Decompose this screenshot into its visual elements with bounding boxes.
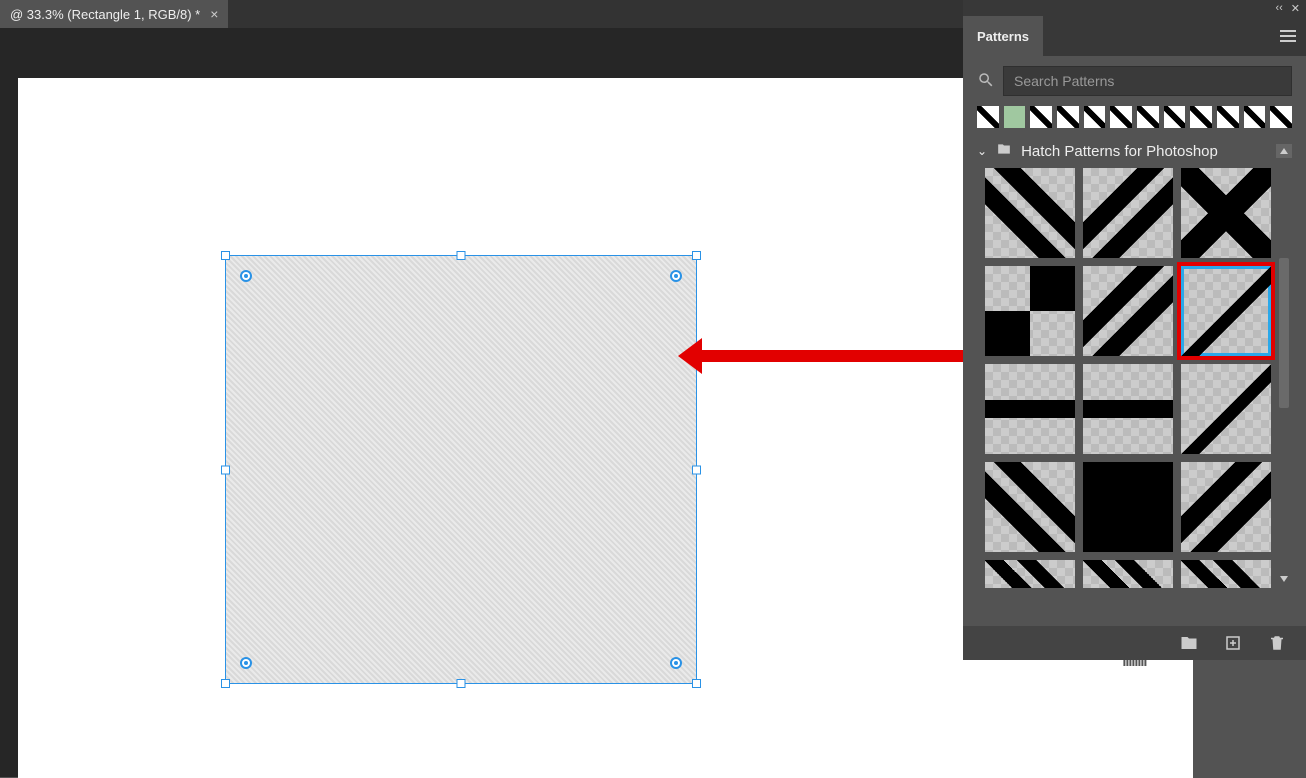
- patterns-panel: ‹‹ ✕ Patterns: [963, 0, 1306, 660]
- panel-close-icon[interactable]: ✕: [1291, 2, 1300, 15]
- corner-anchor-tr[interactable]: [670, 270, 682, 282]
- transform-handle-tm[interactable]: [457, 251, 466, 260]
- pattern-grid: [977, 168, 1292, 588]
- rectangle-shape-selected[interactable]: [225, 255, 697, 684]
- preset-thumb-1[interactable]: [977, 106, 999, 128]
- document-tab-bar: @ 33.3% (Rectangle 1, RGB/8) * ×: [0, 0, 963, 28]
- folder-icon-footer[interactable]: [1180, 634, 1198, 652]
- pattern-swatch-checks[interactable]: [985, 266, 1075, 356]
- preset-thumb-9[interactable]: [1190, 106, 1212, 128]
- panel-top-controls: ‹‹ ✕: [963, 0, 1306, 16]
- pattern-swatch-horiz[interactable]: [985, 364, 1075, 454]
- pattern-swatch-diag-2[interactable]: [985, 462, 1075, 552]
- transform-handle-tl[interactable]: [221, 251, 230, 260]
- pattern-swatch-antidiag-3[interactable]: [1181, 462, 1271, 552]
- panel-body: ⌄ Hatch Patterns for Photoshop: [963, 56, 1306, 594]
- pattern-swatch-partial[interactable]: [985, 560, 1075, 588]
- pattern-swatch-antidiag-2[interactable]: [1083, 266, 1173, 356]
- pattern-swatch-antidiag-1[interactable]: [1083, 168, 1173, 258]
- chevron-down-icon: ⌄: [977, 144, 987, 158]
- pattern-swatch-partial[interactable]: [1181, 560, 1271, 588]
- panel-resize-grip[interactable]: [1123, 660, 1146, 666]
- preset-thumb-3[interactable]: [1030, 106, 1052, 128]
- search-input[interactable]: [1003, 66, 1292, 96]
- pattern-swatch-solid[interactable]: [1083, 462, 1173, 552]
- search-icon[interactable]: [977, 71, 995, 92]
- panel-menu-icon[interactable]: [1280, 30, 1296, 42]
- preset-thumb-5[interactable]: [1084, 106, 1106, 128]
- transform-handle-br[interactable]: [692, 679, 701, 688]
- corner-anchor-tl[interactable]: [240, 270, 252, 282]
- corner-anchor-bl[interactable]: [240, 657, 252, 669]
- trash-icon[interactable]: [1268, 634, 1286, 652]
- transform-handle-mr[interactable]: [692, 465, 701, 474]
- tab-patterns[interactable]: Patterns: [963, 16, 1043, 56]
- scrollbar[interactable]: [1276, 168, 1292, 588]
- transform-handle-ml[interactable]: [221, 465, 230, 474]
- folder-name: Hatch Patterns for Photoshop: [1021, 143, 1218, 160]
- preset-thumb-4[interactable]: [1057, 106, 1079, 128]
- folder-header[interactable]: ⌄ Hatch Patterns for Photoshop: [977, 142, 1292, 160]
- transform-handle-tr[interactable]: [692, 251, 701, 260]
- transform-handle-bm[interactable]: [457, 679, 466, 688]
- scroll-down-button[interactable]: [1276, 572, 1292, 586]
- pattern-swatch-diag-1[interactable]: [985, 168, 1075, 258]
- folder-icon: [995, 142, 1013, 160]
- new-preset-icon[interactable]: [1224, 634, 1242, 652]
- preset-preview-row: [977, 106, 1292, 128]
- document-area: [0, 28, 963, 777]
- pattern-swatch-partial[interactable]: [1083, 560, 1173, 588]
- document-tab-title: @ 33.3% (Rectangle 1, RGB/8) *: [10, 7, 200, 22]
- preset-thumb-2[interactable]: [1004, 106, 1026, 128]
- pattern-scroll-area: [977, 168, 1292, 588]
- preset-thumb-7[interactable]: [1137, 106, 1159, 128]
- panel-collapse-icon[interactable]: ‹‹: [1275, 2, 1282, 14]
- scroll-up-button[interactable]: [1276, 144, 1292, 158]
- preset-thumb-11[interactable]: [1244, 106, 1266, 128]
- preset-thumb-6[interactable]: [1110, 106, 1132, 128]
- panel-footer: [963, 626, 1306, 660]
- preset-thumb-8[interactable]: [1164, 106, 1186, 128]
- pattern-swatch-horiz-2[interactable]: [1083, 364, 1173, 454]
- pattern-swatch-sparse[interactable]: [1181, 266, 1271, 356]
- document-tab[interactable]: @ 33.3% (Rectangle 1, RGB/8) * ×: [0, 0, 228, 28]
- transform-handle-bl[interactable]: [221, 679, 230, 688]
- search-row: [977, 66, 1292, 96]
- scrollbar-thumb[interactable]: [1279, 258, 1289, 408]
- pattern-swatch-sparse-2[interactable]: [1181, 364, 1271, 454]
- close-icon[interactable]: ×: [210, 6, 218, 22]
- tab-patterns-label: Patterns: [977, 29, 1029, 44]
- pattern-swatch-cross[interactable]: [1181, 168, 1271, 258]
- preset-thumb-10[interactable]: [1217, 106, 1239, 128]
- preset-thumb-12[interactable]: [1270, 106, 1292, 128]
- panel-tab-bar: Patterns: [963, 16, 1306, 56]
- corner-anchor-br[interactable]: [670, 657, 682, 669]
